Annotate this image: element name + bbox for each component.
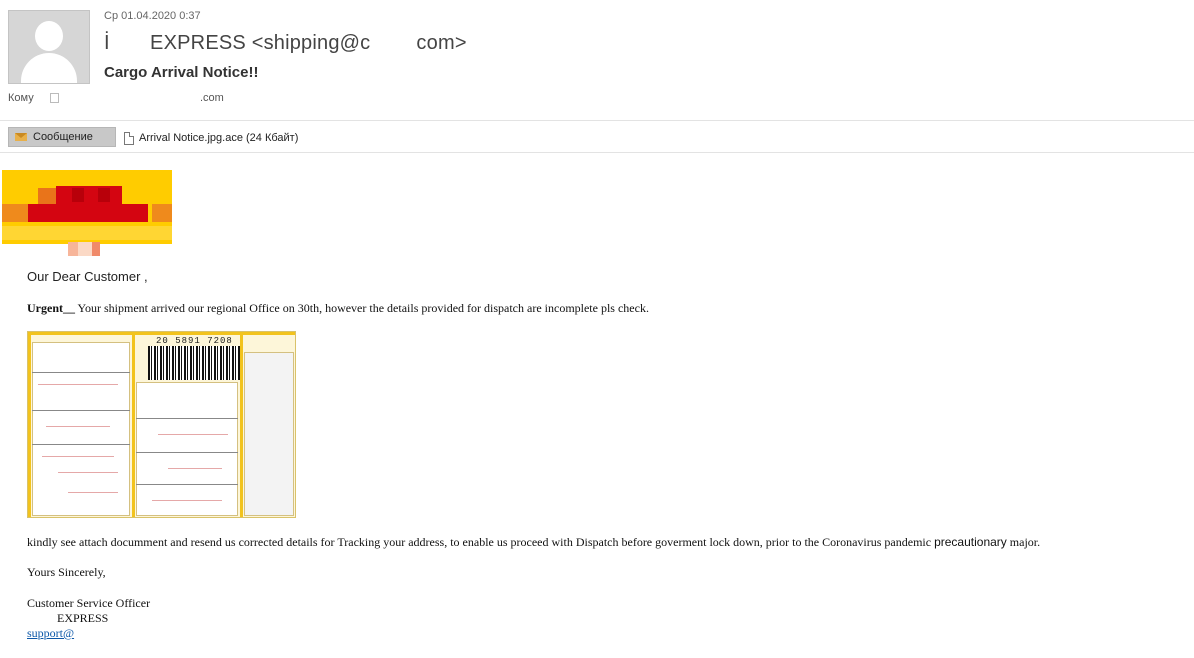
waybill-yellow-stripe <box>240 332 243 517</box>
waybill-barcode <box>148 346 240 380</box>
signature-email-link[interactable]: support@ <box>27 626 74 641</box>
email-date: Ср 01.04.2020 0:37 <box>104 10 201 22</box>
sender-avatar <box>8 10 90 84</box>
waybill-yellow-stripe <box>132 332 135 517</box>
tabs-divider <box>0 152 1194 153</box>
waybill-handwriting <box>152 500 222 501</box>
to-label: Кому <box>8 92 34 104</box>
waybill-section-left <box>32 342 130 516</box>
waybill-rule <box>32 410 130 411</box>
email-header: Ср 01.04.2020 0:37 İ EXPRESS <shipping@c… <box>0 0 1194 120</box>
main-paragraph: kindly see attach documment and resend u… <box>27 535 1040 550</box>
closing-text: Yours Sincerely, <box>27 565 106 579</box>
logo-pixel-block <box>72 188 84 202</box>
waybill-rule <box>136 484 238 485</box>
logo-pixel-block <box>98 188 110 202</box>
avatar-head-shape <box>35 21 63 51</box>
logo-pixel-block <box>92 242 100 256</box>
file-icon <box>124 131 134 145</box>
logo-pixel-block <box>68 242 78 256</box>
sender-name[interactable]: İ EXPRESS <shipping@c com> <box>104 32 467 55</box>
waybill-handwriting <box>46 426 110 427</box>
waybill-section-right <box>244 352 294 516</box>
recipient-address[interactable]: .com <box>200 92 224 104</box>
waybill-rule <box>32 444 130 445</box>
header-divider <box>0 120 1194 121</box>
greeting-text: Our Dear Customer , <box>27 269 148 284</box>
logo-pixel-block <box>2 226 172 240</box>
logo-pixel-block <box>152 204 172 222</box>
main-word: precautionary <box>934 535 1007 549</box>
logo-pixel-block <box>122 204 148 222</box>
waybill-handwriting <box>68 492 118 493</box>
main-tail: major. <box>1006 535 1041 549</box>
pixelated-logo-image <box>2 170 172 256</box>
waybill-number: 20 5891 7208 <box>156 336 233 346</box>
email-subject: Cargo Arrival Notice!! <box>104 64 259 81</box>
waybill-yellow-stripe <box>28 332 31 517</box>
message-tab[interactable]: Сообщение <box>8 127 116 147</box>
waybill-rule <box>136 452 238 453</box>
waybill-rule <box>136 418 238 419</box>
signature-title: Customer Service Officer <box>27 596 151 610</box>
waybill-rule <box>32 372 130 373</box>
logo-pixel-block <box>78 242 92 256</box>
waybill-handwriting <box>158 434 228 435</box>
recipient-icon <box>50 93 59 103</box>
logo-pixel-block <box>28 204 58 222</box>
waybill-handwriting <box>38 384 118 385</box>
urgent-label: Urgent__ <box>27 301 75 315</box>
envelope-icon <box>15 133 27 141</box>
urgent-text: Your shipment arrived our regional Offic… <box>75 301 649 315</box>
message-tab-label: Сообщение <box>33 131 93 143</box>
waybill-yellow-stripe <box>28 332 295 335</box>
waybill-handwriting <box>42 456 114 457</box>
main-text: kindly see attach documment and resend u… <box>27 535 935 549</box>
signature-brand: EXPRESS <box>57 611 109 625</box>
waybill-section-middle <box>136 382 238 516</box>
message-tabs: Сообщение Arrival Notice.jpg.ace (24 Кба… <box>0 124 1194 150</box>
attachment-item[interactable]: Arrival Notice.jpg.ace (24 Кбайт) <box>124 128 298 148</box>
waybill-handwriting <box>58 472 118 473</box>
urgent-paragraph: Urgent__ Your shipment arrived our regio… <box>27 301 649 316</box>
logo-pixel-block <box>2 204 28 222</box>
attachment-label: Arrival Notice.jpg.ace (24 Кбайт) <box>139 132 299 144</box>
waybill-handwriting <box>168 468 222 469</box>
avatar-body-shape <box>21 53 77 83</box>
waybill-image[interactable]: 20 5891 7208 <box>27 331 296 518</box>
logo-pixel-block <box>56 186 122 222</box>
recipient-row: Кому .com <box>8 92 408 108</box>
